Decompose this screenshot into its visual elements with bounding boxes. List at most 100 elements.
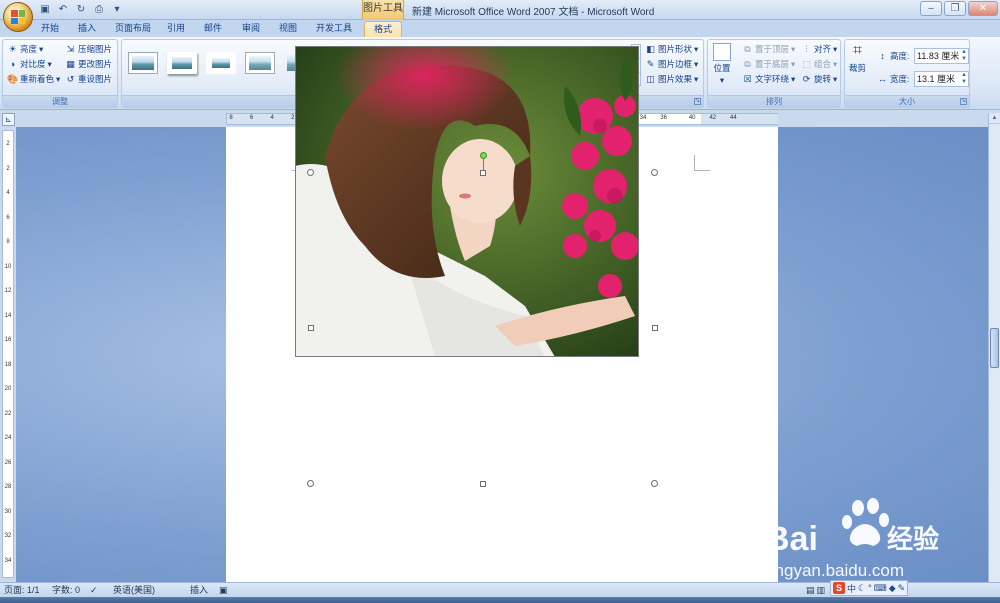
chevron-down-icon: ▾ bbox=[56, 73, 61, 84]
height-label: ↕ 高度: bbox=[877, 50, 909, 62]
moon-icon[interactable]: ☾ bbox=[858, 583, 866, 594]
ruler-tick-label: 30 bbox=[4, 508, 12, 515]
crop-button[interactable]: ⌗ 裁剪 bbox=[849, 42, 866, 74]
ruler-tick-label: 6 bbox=[6, 214, 10, 221]
ruler-tick-label: 40 bbox=[688, 115, 696, 121]
print-layout-view-icon[interactable]: ▤ bbox=[806, 584, 815, 597]
insert-mode-indicator[interactable]: 插入 bbox=[190, 584, 208, 597]
minimize-icon[interactable]: – bbox=[920, 1, 942, 16]
style-preview-thumbnail bbox=[132, 56, 154, 70]
resize-handle[interactable] bbox=[480, 481, 486, 487]
vertical-scrollbar[interactable]: ▲ bbox=[988, 113, 1000, 582]
office-button[interactable] bbox=[3, 2, 33, 32]
reset-picture-button[interactable]: ↺ 重设图片 bbox=[65, 73, 112, 85]
resize-handle[interactable] bbox=[307, 480, 314, 487]
tab-insert[interactable]: 插入 bbox=[74, 21, 100, 37]
keyboard-icon[interactable]: ⌨ bbox=[874, 583, 887, 594]
resize-handle[interactable] bbox=[651, 480, 658, 487]
width-input[interactable]: 13.1 厘米 ▲ ▼ bbox=[914, 71, 969, 87]
height-icon: ↕ bbox=[880, 51, 885, 61]
restore-icon[interactable]: ❐ bbox=[944, 1, 966, 16]
scrollbar-thumb[interactable] bbox=[990, 328, 999, 368]
proofing-icon[interactable]: ✓ bbox=[90, 584, 98, 597]
ruler-tick-label: 26 bbox=[4, 459, 12, 466]
align-button[interactable]: ⫶ 对齐 ▾ bbox=[801, 43, 837, 55]
customize-icon[interactable]: ▾ bbox=[110, 3, 124, 16]
svg-text:经验: 经验 bbox=[887, 524, 939, 555]
tab-page-layout[interactable]: 页面布局 bbox=[110, 21, 156, 37]
resize-handle[interactable] bbox=[307, 169, 314, 176]
dialog-launcher-icon[interactable]: ↘ bbox=[960, 98, 967, 105]
tab-view[interactable]: 视图 bbox=[275, 21, 301, 37]
resize-handle[interactable] bbox=[308, 325, 314, 331]
text-wrap-icon: ☒ bbox=[743, 74, 752, 84]
picture-style-3[interactable] bbox=[206, 52, 236, 74]
ruler-tick-label: 2 bbox=[6, 141, 10, 147]
close-icon[interactable]: ✕ bbox=[968, 1, 998, 16]
change-picture-button[interactable]: ▦ 更改图片 bbox=[65, 58, 112, 70]
tab-references[interactable]: 引用 bbox=[163, 21, 189, 37]
save-icon[interactable]: ▣ bbox=[38, 3, 52, 16]
compress-pictures-button[interactable]: ⇲ 压缩图片 bbox=[65, 43, 112, 55]
language-indicator[interactable]: 英语(美国) bbox=[113, 584, 155, 597]
quick-access-toolbar: ▣ ↶ ↻ ⎙ ▾ bbox=[38, 3, 124, 16]
baidu-paw-logo: Bai 经验 jingyan.baidu.com bbox=[765, 498, 939, 580]
tab-review[interactable]: 审阅 bbox=[238, 21, 264, 37]
title-bar: ▣ ↶ ↻ ⎙ ▾ 图片工具 新建 Microsoft Office Word … bbox=[0, 0, 1000, 20]
height-input[interactable]: 11.83 厘米 ▲ ▼ bbox=[914, 48, 969, 64]
group-button[interactable]: ⬚ 组合 ▾ bbox=[801, 58, 837, 70]
print-preview-icon[interactable]: ⎙ bbox=[92, 3, 106, 16]
ruler-toggle-button[interactable]: ⊾ bbox=[2, 113, 15, 126]
dialog-launcher-icon[interactable]: ↘ bbox=[694, 98, 701, 105]
picture-tools-context-label: 图片工具 bbox=[362, 0, 404, 20]
scroll-up-icon[interactable]: ▲ bbox=[989, 113, 1000, 124]
page-count[interactable]: 页面: 1/1 bbox=[4, 584, 40, 597]
ruler-tick-label: 28 bbox=[4, 484, 12, 490]
picture-border-button[interactable]: ✎ 图片边框 ▾ bbox=[645, 58, 699, 70]
contrast-icon: ◑ bbox=[9, 59, 16, 69]
sogou-icon[interactable]: S bbox=[833, 582, 845, 594]
tab-home[interactable]: 开始 bbox=[36, 21, 64, 37]
vertical-ruler[interactable]: 2 2 4 6 8 10 12 14 16 18 20 22 24 26 28 30 32 34 bbox=[2, 130, 14, 578]
recolor-icon: 🎨 bbox=[7, 74, 19, 84]
resize-handle[interactable] bbox=[480, 170, 486, 176]
macro-record-icon[interactable]: ▣ bbox=[219, 584, 228, 597]
ruler-tick-label: 4 bbox=[6, 190, 10, 196]
word-count[interactable]: 字数: 0 bbox=[52, 584, 80, 597]
tab-mailings[interactable]: 邮件 bbox=[200, 21, 226, 37]
tools-icon[interactable]: ✎ bbox=[898, 583, 906, 594]
spinner-icon[interactable]: ▲ ▼ bbox=[961, 49, 967, 63]
chevron-down-icon: ▾ bbox=[39, 43, 44, 54]
recolor-button[interactable]: 🎨 重新着色 ▾ bbox=[7, 73, 60, 85]
picture-style-2[interactable] bbox=[167, 52, 197, 74]
office-logo-icon bbox=[11, 10, 25, 24]
bring-front-icon: ⧉ bbox=[744, 44, 751, 54]
skin-icon[interactable]: ◆ bbox=[889, 583, 896, 594]
redo-icon[interactable]: ↻ bbox=[74, 3, 88, 16]
picture-style-4[interactable] bbox=[245, 52, 275, 74]
resize-handle[interactable] bbox=[652, 325, 658, 331]
tab-developer[interactable]: 开发工具 bbox=[311, 21, 357, 37]
picture-style-1[interactable] bbox=[128, 52, 158, 74]
picture-effects-button[interactable]: ◫ 图片效果 ▾ bbox=[645, 73, 698, 85]
ruler-tick-label: 24 bbox=[4, 435, 12, 441]
chevron-down-icon: ▾ bbox=[47, 58, 52, 69]
contrast-button[interactable]: ◑ 对比度 ▾ bbox=[7, 58, 52, 70]
spinner-icon[interactable]: ▲ ▼ bbox=[961, 72, 967, 86]
text-wrapping-button[interactable]: ☒ 文字环绕 ▾ bbox=[742, 73, 795, 85]
brightness-button[interactable]: ☀ 亮度 ▾ bbox=[7, 43, 43, 55]
bring-to-front-button[interactable]: ⧉ 置于顶层 ▾ bbox=[742, 43, 795, 55]
send-to-back-button[interactable]: ⧉ 置于底层 ▾ bbox=[742, 58, 795, 70]
resize-handle[interactable] bbox=[651, 169, 658, 176]
rotate-button[interactable]: ⟳ 旋转 ▾ bbox=[801, 73, 838, 85]
rotation-handle[interactable] bbox=[480, 152, 487, 159]
chevron-down-icon: ▾ bbox=[719, 75, 725, 85]
picture-shape-button[interactable]: ◧ 图片形状 ▾ bbox=[645, 43, 698, 55]
undo-icon[interactable]: ↶ bbox=[56, 3, 70, 16]
tab-format[interactable]: 格式 bbox=[364, 21, 402, 37]
punctuation-icon[interactable]: ° bbox=[868, 583, 872, 593]
ime-language[interactable]: 中 bbox=[847, 582, 856, 595]
full-screen-view-icon[interactable]: ▥ bbox=[817, 584, 826, 597]
position-button[interactable]: 位置 ▾ bbox=[713, 43, 731, 86]
style-preview-thumbnail bbox=[249, 56, 271, 70]
